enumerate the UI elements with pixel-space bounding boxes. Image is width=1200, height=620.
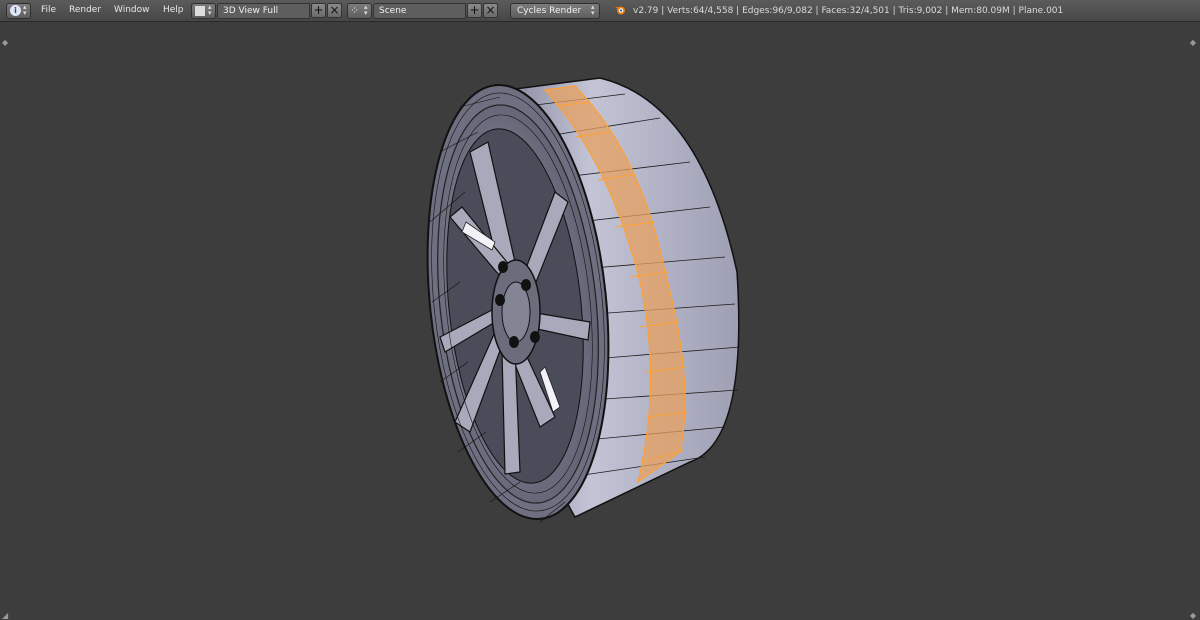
render-engine-dropdown[interactable]: Cycles Render ▴ ▾ xyxy=(510,3,600,19)
updown-arrows-icon: ▴ ▾ xyxy=(208,3,212,17)
3d-viewport[interactable]: ◆ ◆ ◆ ◢ xyxy=(0,22,1200,620)
updown-arrows-icon: ▴ ▾ xyxy=(591,3,595,17)
wheel-mesh[interactable] xyxy=(0,22,1200,620)
remove-scene-button[interactable]: × xyxy=(483,3,498,18)
scene-icon: ⁘ xyxy=(350,4,360,17)
screen-layout-icon xyxy=(195,6,205,16)
scene-statistics: v2.79 | Verts:64/4,558 | Edges:96/9,082 … xyxy=(633,6,1064,16)
menu-help[interactable]: Help xyxy=(163,5,184,21)
x-icon: × xyxy=(485,3,496,17)
blender-logo-icon xyxy=(614,4,626,16)
editor-type-button[interactable]: i ▴ ▾ xyxy=(6,3,31,19)
scene-selector[interactable]: ⁘ ▴ ▾ xyxy=(347,3,372,19)
plus-icon: + xyxy=(313,3,324,17)
menu-render[interactable]: Render xyxy=(69,5,101,21)
scene-field[interactable]: Scene xyxy=(373,3,466,19)
add-screen-button[interactable]: + xyxy=(311,3,326,18)
x-icon: × xyxy=(329,3,340,17)
remove-screen-button[interactable]: × xyxy=(327,3,342,18)
info-header: i ▴ ▾ File Render Window Help ▴ ▾ 3D View … xyxy=(0,0,1200,22)
render-engine-label: Cycles Render xyxy=(517,6,582,16)
screen-layout-field[interactable]: 3D View Full xyxy=(217,3,310,19)
updown-arrows-icon: ▴ ▾ xyxy=(364,3,368,17)
menu-window[interactable]: Window xyxy=(114,5,150,21)
plus-icon: + xyxy=(469,3,480,17)
add-scene-button[interactable]: + xyxy=(467,3,482,18)
screen-layout-selector[interactable]: ▴ ▾ xyxy=(191,3,216,19)
info-icon: i xyxy=(10,5,21,16)
menu-file[interactable]: File xyxy=(41,5,56,21)
updown-arrows-icon: ▴ ▾ xyxy=(23,3,27,17)
